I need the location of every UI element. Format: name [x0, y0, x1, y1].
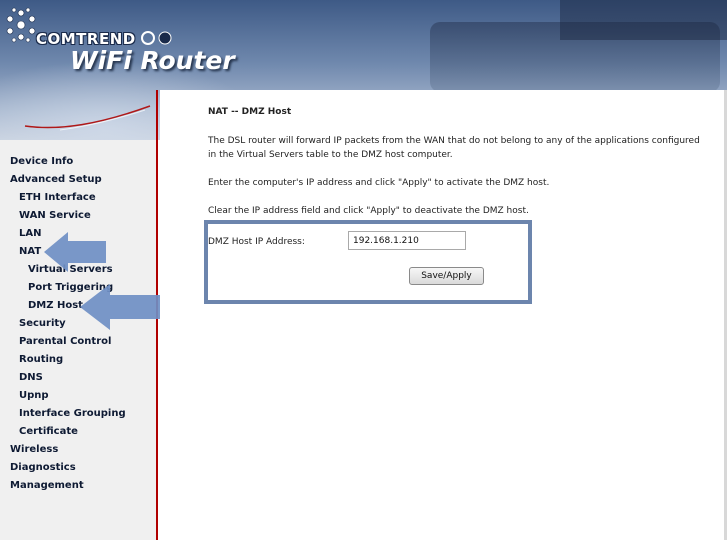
sidebar-item-nat[interactable]: NAT — [19, 246, 41, 257]
sidebar-item-parental-control[interactable]: Parental Control — [19, 336, 111, 347]
sidebar-item-dns[interactable]: DNS — [19, 372, 43, 383]
dmz-ip-label: DMZ Host IP Address: — [208, 237, 305, 247]
sidebar-item-wireless[interactable]: Wireless — [10, 444, 58, 455]
sidebar-item-dmz-host[interactable]: DMZ Host — [28, 300, 83, 311]
sidebar-item-routing[interactable]: Routing — [19, 354, 63, 365]
sidebar-item-security[interactable]: Security — [19, 318, 66, 329]
sidebar-item-device-info[interactable]: Device Info — [10, 156, 73, 167]
save-apply-button[interactable]: Save/Apply — [409, 267, 484, 285]
sidebar-item-lan[interactable]: LAN — [19, 228, 41, 239]
sidebar-item-management[interactable]: Management — [10, 480, 84, 491]
sidebar-item-upnp[interactable]: Upnp — [19, 390, 49, 401]
router-image-top — [560, 0, 727, 40]
arrow-left-icon — [44, 232, 106, 272]
arrow-left-icon — [80, 284, 160, 330]
sidebar-item-diagnostics[interactable]: Diagnostics — [10, 462, 76, 473]
swoosh-decoration — [24, 105, 151, 131]
sidebar-item-advanced-setup[interactable]: Advanced Setup — [10, 174, 102, 185]
comtrend-logo-icon — [6, 7, 36, 43]
description-paragraph: The DSL router will forward IP packets f… — [208, 136, 700, 160]
sidebar-item-interface-grouping[interactable]: Interface Grouping — [19, 408, 126, 419]
sidebar-item-wan-service[interactable]: WAN Service — [19, 210, 91, 221]
page-title: NAT -- DMZ Host — [208, 107, 292, 117]
dmz-ip-input[interactable] — [348, 231, 466, 250]
sidebar-item-certificate[interactable]: Certificate — [19, 426, 78, 437]
product-name: WiFi Router — [70, 46, 235, 75]
sidebar-item-eth-interface[interactable]: ETH Interface — [19, 192, 96, 203]
brand-circles-icon — [141, 31, 172, 45]
deactivate-instruction: Clear the IP address field and click "Ap… — [208, 206, 529, 216]
activate-instruction: Enter the computer's IP address and clic… — [208, 178, 550, 188]
